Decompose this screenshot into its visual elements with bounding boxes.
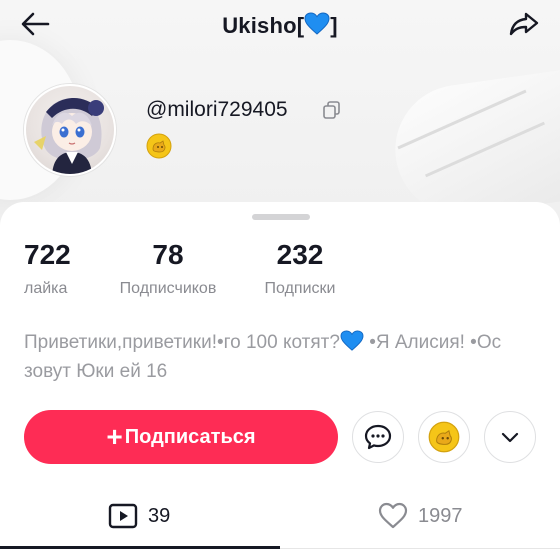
avatar-image	[34, 97, 104, 174]
banner-decoration	[386, 66, 560, 224]
message-icon	[364, 424, 392, 450]
videos-count: 39	[148, 504, 171, 527]
yellow-badge-icon	[428, 421, 460, 453]
stat-likes: 722 лайка	[24, 238, 71, 298]
profile-sheet: 722 лайка 78 Подписчиков 232 Подписки Пр…	[0, 202, 560, 560]
follow-label: Подписаться	[124, 425, 256, 448]
tab-videos[interactable]: 39	[108, 494, 170, 538]
badge-button[interactable]	[418, 411, 470, 463]
stat-value: 232	[276, 239, 324, 270]
follow-button[interactable]: + Подписаться	[24, 410, 338, 464]
stat-following[interactable]: 232 Подписки	[252, 238, 348, 298]
profile-bio: Приветики,приветики!•го 100 котят? •Я Ал…	[24, 330, 544, 384]
more-options-button[interactable]	[484, 411, 536, 463]
stat-value: 722	[24, 239, 71, 270]
play-icon	[108, 503, 138, 529]
bio-text: Приветики,приветики!•го 100 котят?	[24, 332, 340, 353]
heart-outline-icon	[378, 502, 408, 529]
message-button[interactable]	[352, 411, 404, 463]
stat-label: Подписчиков	[119, 280, 217, 297]
yellow-badge-icon	[146, 133, 172, 159]
page-title: Ukisho[]	[0, 12, 560, 42]
chevron-down-icon	[501, 432, 519, 443]
profile-tabs: 39 1997	[0, 494, 560, 544]
title-text: Ukisho[	[222, 13, 305, 38]
username: @milori729405	[146, 98, 288, 121]
share-button[interactable]	[506, 8, 542, 40]
top-bar: Ukisho[]	[0, 0, 560, 50]
active-tab-indicator	[0, 546, 280, 549]
stat-label: Подписки	[264, 280, 336, 297]
tab-liked[interactable]: 1997	[378, 494, 463, 538]
drag-handle[interactable]	[252, 214, 310, 220]
likes-count: 1997	[418, 504, 463, 527]
blue-heart-icon	[340, 330, 364, 359]
blue-heart-icon	[304, 12, 330, 42]
copy-icon[interactable]	[322, 100, 342, 120]
avatar[interactable]	[24, 84, 116, 176]
stat-followers[interactable]: 78 Подписчиков	[104, 238, 232, 298]
stat-value: 78	[152, 239, 184, 270]
title-suffix: ]	[330, 13, 338, 38]
stat-label: лайка	[24, 280, 68, 297]
share-icon	[509, 12, 539, 36]
plus-icon: +	[106, 421, 123, 452]
